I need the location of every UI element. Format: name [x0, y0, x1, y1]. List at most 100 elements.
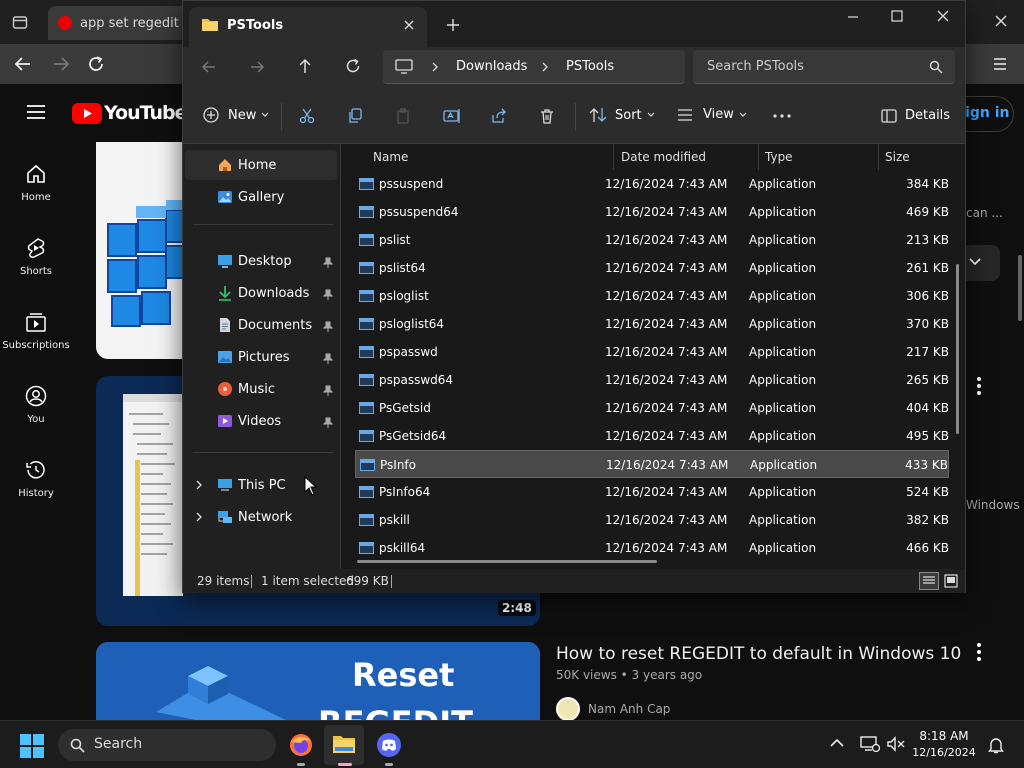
maximize-icon[interactable] [891, 10, 903, 22]
taskbar-search[interactable]: Search [58, 729, 276, 761]
address-bar[interactable]: Downloads PSTools [383, 50, 685, 84]
more-options-icon[interactable] [773, 114, 791, 118]
vertical-scrollbar[interactable] [956, 264, 959, 434]
rename-icon[interactable] [443, 108, 461, 124]
column-header-type[interactable]: Type [765, 144, 793, 170]
new-button[interactable]: New [203, 107, 269, 123]
network-status-icon[interactable] [860, 736, 880, 752]
discord-icon[interactable] [376, 732, 402, 758]
windows-start-icon[interactable] [20, 734, 44, 758]
file-row[interactable]: psloglist 12/16/2024 7:43 AM Application 30… [355, 282, 949, 310]
nav-item-pictures[interactable]: Pictures [217, 346, 289, 368]
sidebar-item-history[interactable]: History [0, 458, 72, 499]
share-icon[interactable] [491, 108, 507, 124]
nav-item-desktop[interactable]: Desktop [217, 250, 292, 272]
back-arrow-icon[interactable] [14, 55, 32, 73]
video-more-icon[interactable] [974, 642, 984, 662]
paste-icon[interactable] [395, 108, 411, 124]
pin-icon[interactable] [323, 417, 333, 429]
browser-close-icon[interactable] [992, 12, 1010, 30]
youtube-logo[interactable]: YouTube [72, 102, 187, 124]
search-icon[interactable] [929, 60, 943, 74]
sidebar-item-home[interactable]: Home [0, 162, 72, 203]
nav-item-network[interactable]: Network [217, 506, 292, 528]
breadcrumb-downloads[interactable]: Downloads [456, 59, 527, 74]
volume-muted-icon[interactable] [886, 736, 906, 752]
column-header-name[interactable]: Name [373, 144, 408, 170]
firefox-icon[interactable] [288, 732, 314, 758]
nav-item-videos[interactable]: Videos [217, 410, 281, 432]
sort-button[interactable]: Sort [589, 107, 655, 123]
file-row[interactable]: pslist64 12/16/2024 7:43 AM Application 261… [355, 254, 949, 282]
column-header-size[interactable]: Size [885, 144, 910, 170]
explorer-tab[interactable]: PSTools [189, 7, 427, 47]
tiles-view-toggle[interactable] [942, 572, 960, 590]
pin-icon[interactable] [323, 385, 333, 397]
cut-icon[interactable] [299, 108, 315, 124]
channel-name[interactable]: Nam Anh Cap [588, 702, 670, 716]
pin-icon[interactable] [323, 257, 333, 269]
sidebar-item-you[interactable]: You [0, 384, 72, 425]
youtube-menu-icon[interactable] [26, 104, 46, 120]
pin-icon[interactable] [323, 353, 333, 365]
up-arrow-icon[interactable] [297, 58, 313, 74]
expand-chevron-icon[interactable] [195, 512, 203, 522]
pin-icon[interactable] [323, 321, 333, 333]
column-separator[interactable] [613, 144, 614, 170]
column-separator[interactable] [758, 144, 759, 170]
file-row[interactable]: PsGetsid64 12/16/2024 7:43 AM Application 4… [355, 422, 949, 450]
minimize-icon[interactable] [847, 11, 859, 23]
nav-item-downloads[interactable]: Downloads [217, 282, 309, 304]
browser-tab-active[interactable]: app set regedit to -1 [48, 6, 188, 40]
details-view-toggle[interactable] [919, 572, 939, 590]
close-icon[interactable] [937, 10, 949, 22]
column-separator[interactable] [878, 144, 879, 170]
file-row[interactable]: pslist 12/16/2024 7:43 AM Application 213 K… [355, 226, 949, 254]
file-row[interactable]: PsInfo64 12/16/2024 7:43 AM Application 524… [355, 478, 949, 506]
horizontal-scrollbar[interactable] [357, 560, 657, 563]
nav-item-gallery[interactable]: Gallery [217, 186, 284, 208]
page-scrollbar[interactable] [1018, 255, 1022, 321]
file-explorer-icon[interactable] [332, 733, 356, 755]
breadcrumb-pstools[interactable]: PSTools [566, 59, 614, 74]
column-header-date[interactable]: Date modified [621, 144, 706, 170]
file-row[interactable]: PsGetsid 12/16/2024 7:43 AM Application 404… [355, 394, 949, 422]
notification-bell-icon[interactable] [988, 736, 1004, 754]
refresh-icon[interactable] [345, 58, 361, 74]
file-row[interactable]: pspasswd64 12/16/2024 7:43 AM Application 2… [355, 366, 949, 394]
sidebar-item-shorts[interactable]: Shorts [0, 236, 72, 277]
expand-chevron-icon[interactable] [195, 480, 203, 490]
channel-avatar[interactable] [556, 697, 580, 721]
search-input[interactable]: Search PSTools [693, 50, 955, 84]
back-arrow-icon[interactable] [201, 59, 217, 75]
forward-arrow-icon[interactable] [249, 59, 265, 75]
file-row[interactable]: pssuspend 12/16/2024 7:43 AM Application 38… [355, 170, 949, 198]
reload-icon[interactable] [87, 55, 105, 73]
video-thumbnail-reset[interactable]: Reset REGEDIT [96, 642, 540, 720]
view-button[interactable]: View [677, 107, 747, 122]
delete-icon[interactable] [539, 108, 555, 124]
nav-item-music[interactable]: Music [217, 378, 275, 400]
file-row[interactable]: pspasswd 12/16/2024 7:43 AM Application 217… [355, 338, 949, 366]
copy-icon[interactable] [347, 108, 363, 124]
new-tab-icon[interactable] [447, 19, 459, 31]
file-row[interactable]: psloglist64 12/16/2024 7:43 AM Application… [355, 310, 949, 338]
file-row[interactable]: pskill64 12/16/2024 7:43 AM Application 466… [355, 534, 949, 562]
browser-menu-icon[interactable] [992, 55, 1008, 73]
video-more-icon[interactable] [974, 376, 984, 396]
video-title[interactable]: How to reset REGEDIT to default in Windo… [556, 644, 961, 664]
file-row[interactable]: pskill 12/16/2024 7:43 AM Application 382 K… [355, 506, 949, 534]
nav-item-this-pc[interactable]: This PC [217, 474, 286, 496]
tab-actions-icon[interactable] [12, 14, 28, 30]
file-row[interactable]: PsInfo 12/16/2024 7:43 AM Application 433 K… [355, 450, 949, 478]
tab-close-icon[interactable] [403, 19, 415, 31]
clock-time[interactable]: 8:18 AM [912, 729, 976, 743]
chevron-up-icon[interactable] [830, 738, 844, 748]
pin-icon[interactable] [323, 289, 333, 301]
forward-arrow-icon[interactable] [52, 55, 70, 73]
nav-item-home[interactable]: Home [217, 154, 276, 176]
clock-date[interactable]: 12/16/2024 [912, 746, 976, 759]
video-thumbnail-cubes[interactable] [96, 142, 186, 359]
file-row[interactable]: pssuspend64 12/16/2024 7:43 AM Application… [355, 198, 949, 226]
nav-item-documents[interactable]: Documents [217, 314, 312, 336]
